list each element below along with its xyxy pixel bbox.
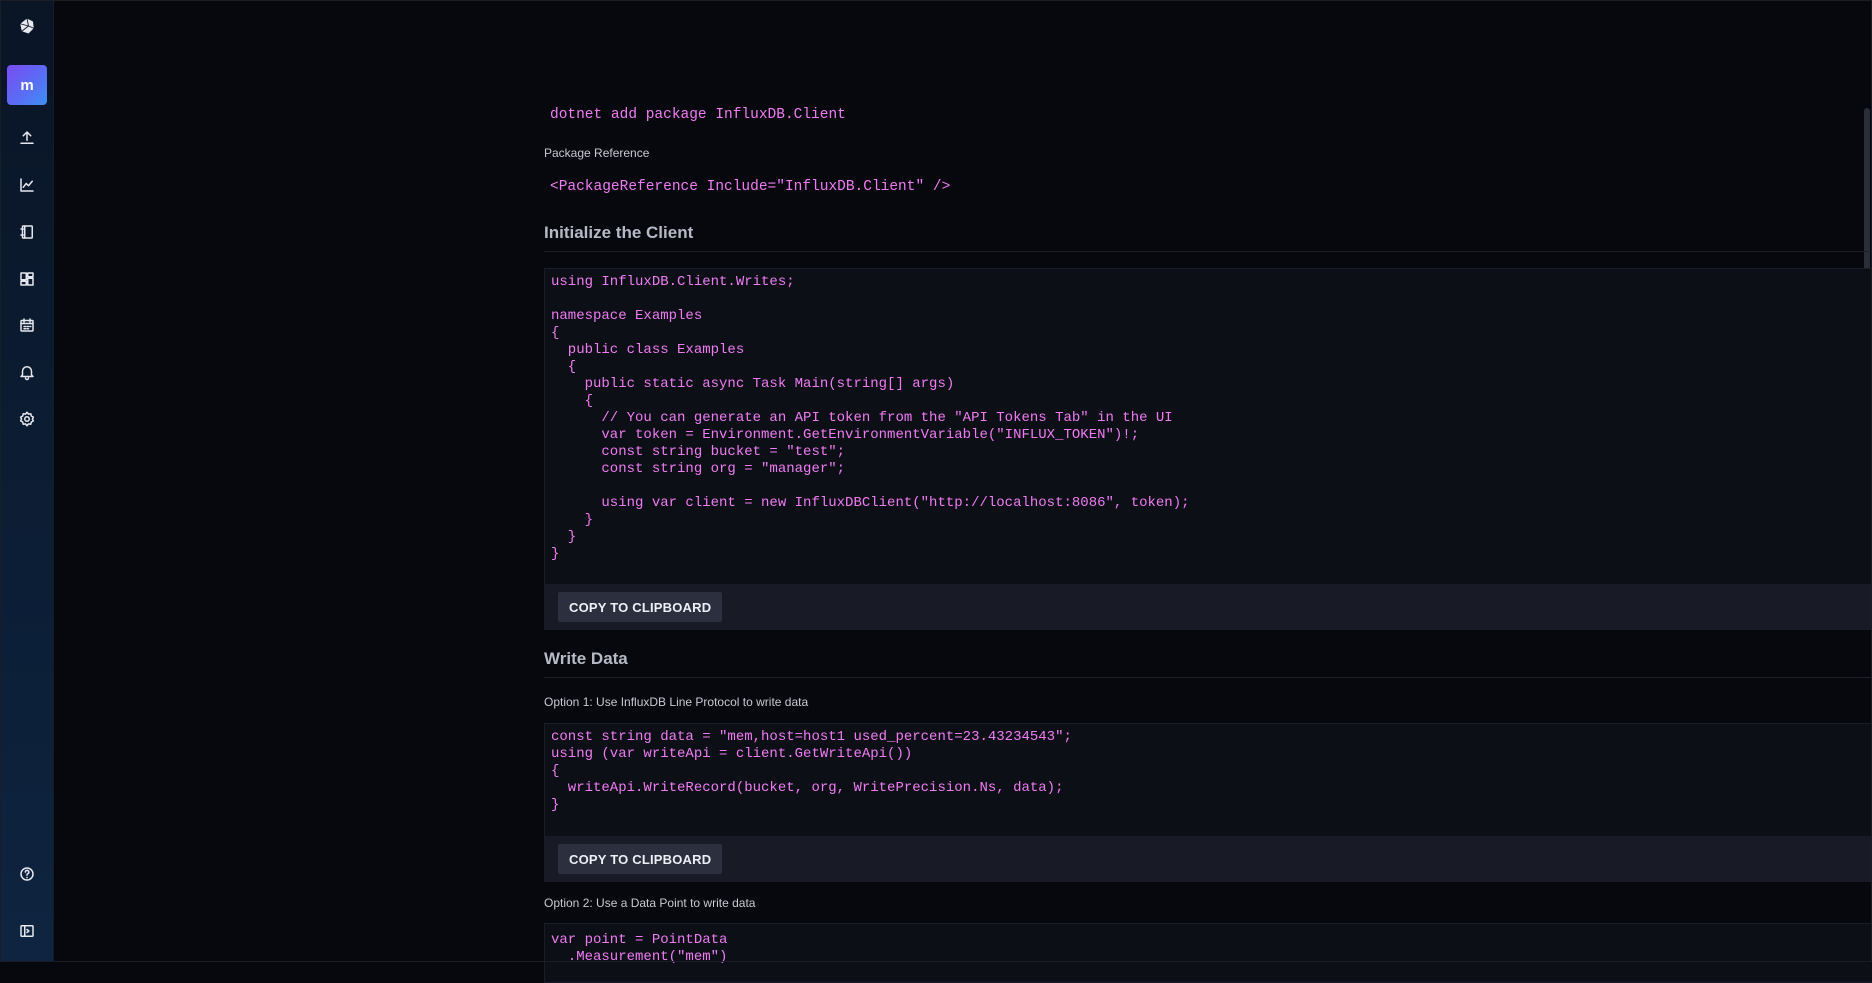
init-client-title: Initialize the Client [544,223,1872,252]
package-reference-label: Package Reference [544,146,649,160]
option1-code[interactable]: const string data = "mem,host=host1 used… [545,729,1872,814]
package-reference-code: <PackageReference Include="InfluxDB.Clie… [550,179,950,195]
option2-label: Option 2: Use a Data Point to write data [544,896,755,910]
option2-code-box: var point = PointData .Measurement("mem"… [544,923,1872,983]
help-icon[interactable] [0,854,54,894]
org-initial: m [20,77,33,94]
write-data-title: Write Data [544,649,1872,678]
init-client-code-box: using InfluxDB.Client.Writes; namespace … [544,268,1872,585]
graph-icon[interactable] [0,165,54,205]
settings-gear-icon[interactable] [0,399,54,439]
option1-code-footer: COPY TO CLIPBOARD [544,836,1872,882]
copy-init-client-button[interactable]: COPY TO CLIPBOARD [558,592,722,622]
influx-cube-icon[interactable] [0,6,54,46]
option1-code-box: const string data = "mem,host=host1 used… [544,723,1872,837]
main-panel: dotnet add package InfluxDB.Client Packa… [54,0,1872,962]
collapse-sidebar-icon[interactable] [0,911,54,951]
tasks-calendar-icon[interactable] [0,305,54,345]
option1-label: Option 1: Use InfluxDB Line Protocol to … [544,695,808,709]
install-command: dotnet add package InfluxDB.Client [550,107,846,123]
init-client-code-footer: COPY TO CLIPBOARD [544,584,1872,630]
dashboards-icon[interactable] [0,259,54,299]
org-avatar[interactable]: m [7,65,47,105]
alerts-bell-icon[interactable] [0,352,54,392]
copy-option1-button[interactable]: COPY TO CLIPBOARD [558,844,722,874]
upload-icon[interactable] [0,118,54,158]
notebook-icon[interactable] [0,212,54,252]
init-client-code[interactable]: using InfluxDB.Client.Writes; namespace … [545,274,1872,563]
sidebar: m [0,0,54,962]
option2-code[interactable]: var point = PointData .Measurement("mem"… [545,932,1872,966]
